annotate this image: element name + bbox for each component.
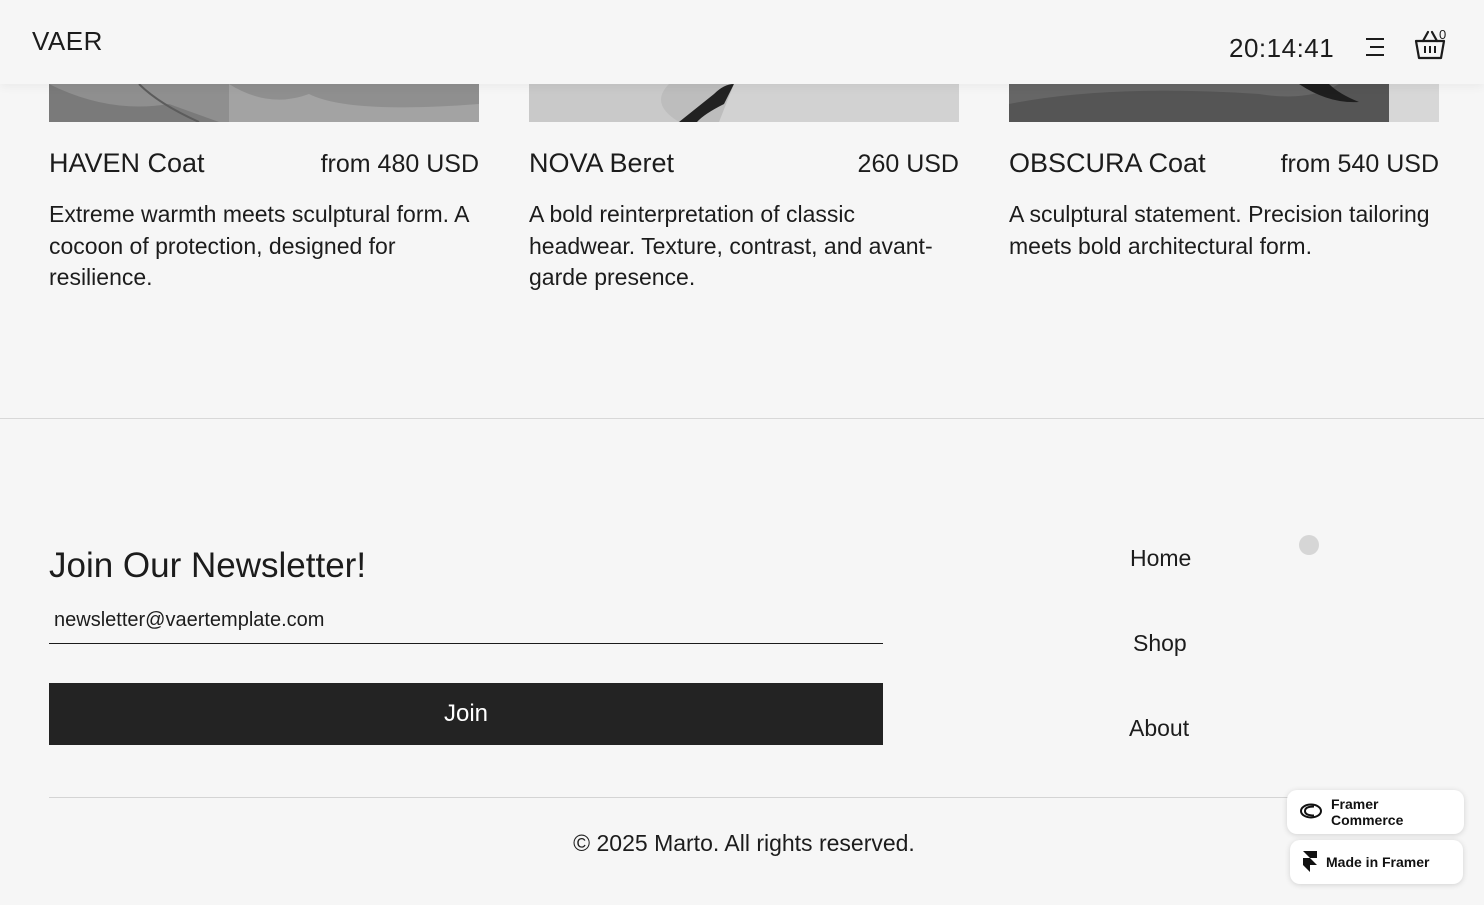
framer-logo-icon (1302, 850, 1318, 875)
copyright-text: © 2025 Marto. All rights reserved. (573, 830, 915, 856)
made-in-framer-label: Made in Framer (1326, 854, 1430, 870)
newsletter-email-input[interactable] (49, 598, 883, 644)
footer-nav-home[interactable]: Home (1130, 545, 1191, 572)
join-button[interactable]: Join (49, 683, 883, 745)
section-divider (0, 418, 1484, 419)
footer-nav-shop[interactable]: Shop (1133, 630, 1187, 657)
product-image-nova-beret[interactable] (529, 84, 959, 122)
cart-count-badge: 0 (1439, 27, 1447, 42)
product-name[interactable]: HAVEN Coat (49, 148, 205, 179)
cursor-dot (1299, 535, 1319, 555)
menu-icon[interactable] (1364, 34, 1388, 60)
product-description: A sculptural statement. Precision tailor… (1009, 201, 1430, 259)
made-in-framer-badge[interactable]: Made in Framer (1290, 840, 1463, 884)
footer-divider (49, 797, 1435, 798)
framer-commerce-label: Framer Commerce (1331, 796, 1404, 828)
product-name[interactable]: OBSCURA Coat (1009, 148, 1206, 179)
framer-commerce-icon (1299, 803, 1323, 822)
clock-display: 20:14:41 (1229, 33, 1335, 63)
footer-nav-about[interactable]: About (1129, 715, 1189, 742)
product-image-obscura-coat[interactable] (1009, 84, 1439, 122)
framer-commerce-badge[interactable]: Framer Commerce (1287, 790, 1464, 834)
newsletter-title: Join Our Newsletter! (49, 546, 367, 585)
product-description: Extreme warmth meets sculptural form. A … (49, 201, 469, 290)
product-price: 260 USD (857, 150, 959, 178)
product-description: A bold reinterpretation of classic headw… (529, 201, 933, 290)
product-price: from 480 USD (320, 150, 479, 178)
site-logo[interactable]: VAER (32, 26, 103, 57)
product-price: from 540 USD (1280, 150, 1439, 178)
site-header: VAER 20:14:41 0 (0, 0, 1484, 84)
product-name[interactable]: NOVA Beret (529, 148, 674, 179)
product-image-haven-coat[interactable] (49, 84, 479, 122)
